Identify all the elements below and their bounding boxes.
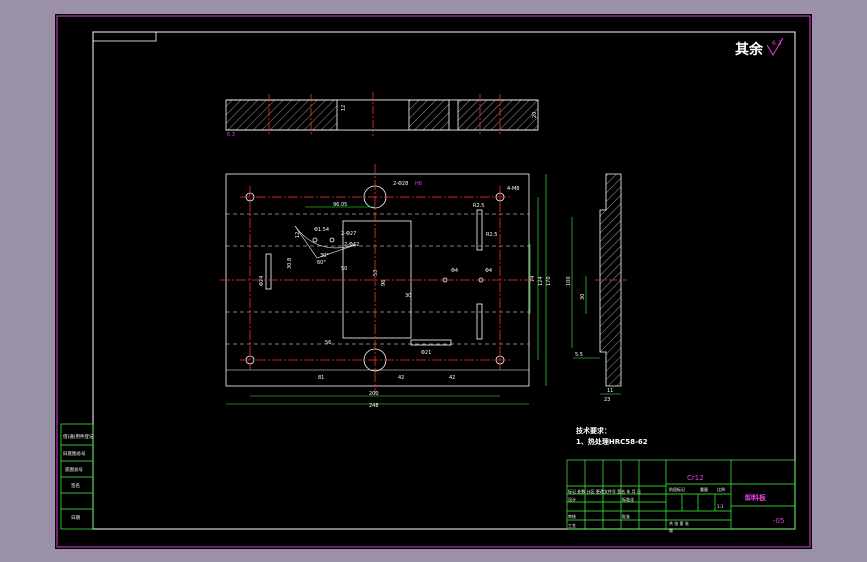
svg-text:170: 170 — [546, 276, 552, 286]
svg-text:版: 版 — [669, 527, 673, 533]
svg-text:批准: 批准 — [622, 513, 630, 519]
cad-drawing: 其余 6.3 12 20 6.3 2-Φ28 H8 4-M8 96.05 2-Φ… — [56, 15, 811, 548]
svg-text:R2.5: R2.5 — [473, 203, 484, 209]
svg-text:6.3: 6.3 — [227, 132, 235, 138]
svg-text:2-Φ42: 2-Φ42 — [344, 242, 359, 248]
svg-text:Φ4: Φ4 — [451, 268, 458, 274]
svg-text:共 张 第 张: 共 张 第 张 — [669, 520, 689, 526]
svg-text:96.05: 96.05 — [333, 202, 347, 208]
tech-req-line: 1、热处理HRC58-62 — [576, 437, 648, 446]
outer-border — [56, 15, 811, 548]
svg-text:标准化: 标准化 — [622, 496, 634, 502]
svg-text:借(通)用件登记: 借(通)用件登记 — [63, 433, 94, 440]
svg-text:标记 处数 分区 更改文件号 签名 年 月 日: 标记 处数 分区 更改文件号 签名 年 月 日 — [568, 488, 641, 494]
svg-text:1:1: 1:1 — [717, 504, 724, 509]
roughness-note: 其余 — [735, 41, 764, 58]
svg-text:20: 20 — [532, 112, 538, 118]
top-left-tag — [92, 31, 157, 42]
svg-text:日期: 日期 — [71, 515, 80, 521]
roughness-symbol: 6.3 — [766, 37, 784, 56]
svg-text:H8: H8 — [415, 181, 422, 187]
svg-text:阶段标记: 阶段标记 — [669, 486, 685, 492]
svg-text:42: 42 — [398, 375, 404, 381]
svg-text:-05: -05 — [773, 517, 784, 525]
plan-view: 2-Φ28 H8 4-M8 96.05 2-Φ27 2-Φ42 Φ1.54 30… — [220, 164, 552, 409]
svg-text:100: 100 — [566, 276, 572, 286]
svg-text:Φ1.54: Φ1.54 — [314, 227, 329, 233]
svg-text:248: 248 — [369, 403, 379, 409]
svg-text:Cr12: Cr12 — [687, 474, 704, 482]
svg-text:工艺: 工艺 — [568, 523, 576, 528]
svg-text:30°: 30° — [320, 253, 329, 259]
svg-text:设计: 设计 — [568, 496, 576, 502]
tech-req-title: 技术要求： — [576, 426, 611, 435]
svg-text:11: 11 — [607, 388, 613, 394]
svg-text:96: 96 — [381, 280, 387, 286]
svg-text:审核: 审核 — [568, 513, 576, 519]
svg-text:12: 12 — [341, 105, 347, 111]
svg-text:2-Φ27: 2-Φ27 — [341, 231, 356, 237]
svg-text:2-Φ28: 2-Φ28 — [393, 181, 408, 187]
svg-text:30.8: 30.8 — [287, 258, 293, 269]
svg-text:Φ21: Φ21 — [421, 350, 431, 356]
svg-text:124: 124 — [538, 276, 544, 286]
svg-text:81: 81 — [318, 375, 324, 381]
svg-text:卸料板: 卸料板 — [745, 493, 767, 502]
title-block: Cr12 卸料板 -05 标记 处数 分区 更改文件号 签名 年 月 日 设计 … — [566, 459, 796, 533]
svg-text:200: 200 — [369, 391, 379, 397]
svg-text:50: 50 — [341, 266, 347, 272]
svg-text:5.5: 5.5 — [575, 352, 583, 358]
section-view: 12 20 6.3 — [225, 92, 539, 138]
svg-text:30: 30 — [580, 294, 586, 300]
svg-text:6.3: 6.3 — [772, 40, 782, 47]
svg-text:R2.5: R2.5 — [486, 232, 497, 238]
svg-text:74: 74 — [530, 276, 536, 282]
svg-text:42: 42 — [449, 375, 455, 381]
svg-text:底图总号: 底图总号 — [65, 466, 83, 473]
drawing-sheet: 其余 6.3 12 20 6.3 2-Φ28 H8 4-M8 96.05 2-Φ… — [55, 14, 812, 549]
side-view: 100 30 5.5 11 23 — [566, 173, 627, 403]
svg-text:23: 23 — [604, 397, 610, 403]
svg-text:53: 53 — [373, 270, 379, 276]
svg-text:Φ4: Φ4 — [485, 268, 492, 274]
svg-text:旧底图总号: 旧底图总号 — [63, 450, 86, 457]
svg-text:4-M8: 4-M8 — [507, 186, 519, 192]
svg-text:60°: 60° — [317, 260, 326, 266]
svg-text:12: 12 — [295, 232, 301, 238]
svg-text:比例: 比例 — [717, 486, 725, 492]
svg-text:30: 30 — [405, 293, 411, 299]
svg-text:签名: 签名 — [71, 482, 80, 489]
svg-text:重量: 重量 — [700, 486, 708, 492]
svg-text:56: 56 — [325, 340, 331, 346]
svg-text:Φ24: Φ24 — [259, 276, 265, 286]
